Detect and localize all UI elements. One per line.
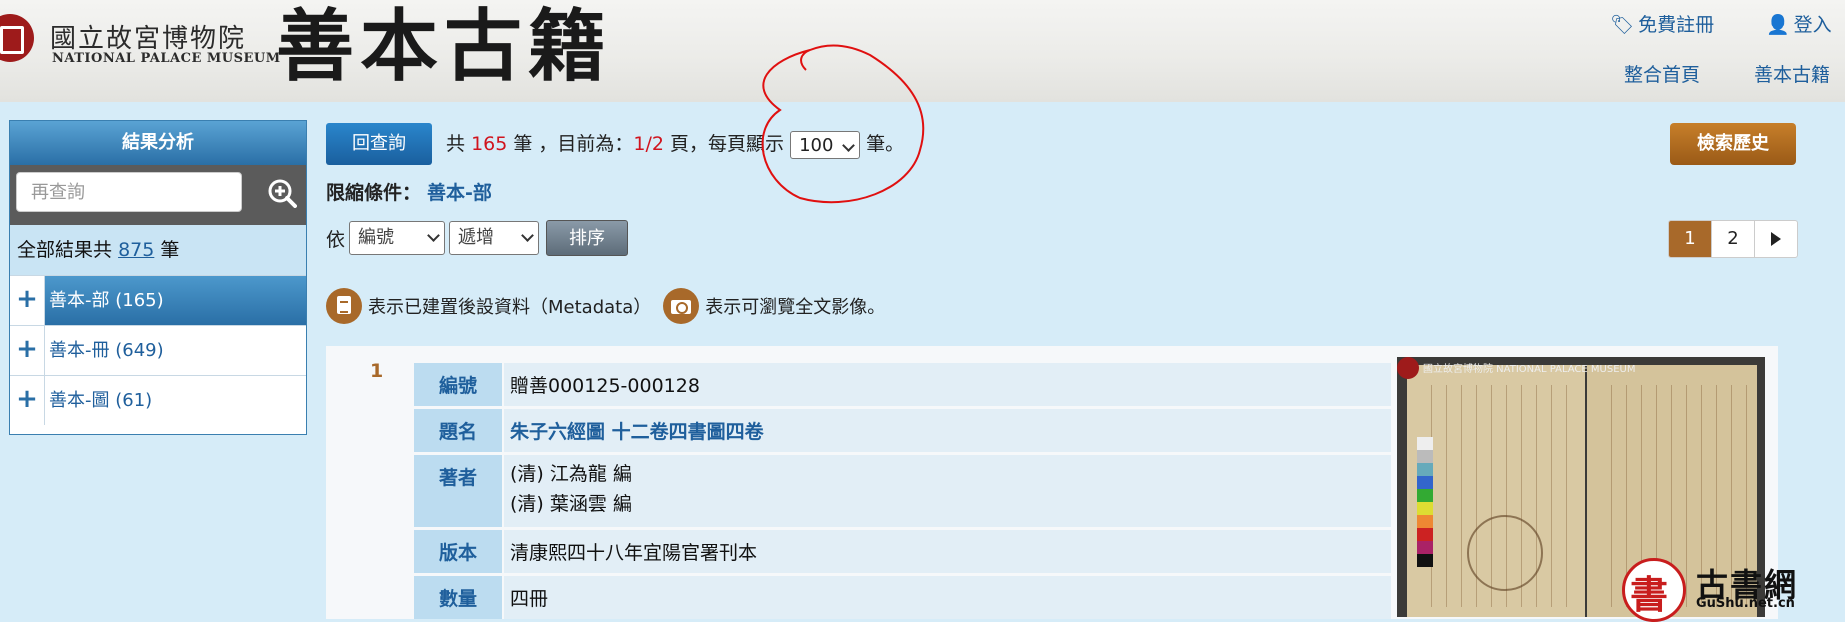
- facet-label[interactable]: 善本-冊 (649): [45, 326, 306, 375]
- field-row-id: 編號 贈善000125-000128: [414, 363, 1391, 406]
- requery-input[interactable]: [16, 172, 242, 212]
- pagination: 1 2: [1668, 220, 1798, 258]
- filter-label: 限縮條件：: [326, 182, 422, 204]
- page-2-button[interactable]: 2: [1711, 221, 1754, 257]
- chevron-down-icon: [842, 138, 855, 152]
- author-1: (清) 江為龍 編: [510, 463, 632, 485]
- total-results: 全部結果共 875 筆: [10, 225, 306, 275]
- site-header: 國立故宮博物院 NATIONAL PALACE MUSEUM 善本古籍 🏷 免費註…: [0, 0, 1845, 102]
- sort-controls: 依 編號 遞增 排序: [326, 220, 629, 256]
- per-page-suffix: 筆。: [866, 133, 905, 155]
- nav-rare-books-link[interactable]: 善本古籍: [1754, 60, 1830, 87]
- camera-icon: [663, 288, 700, 324]
- facet-item-bu[interactable]: + 善本-部 (165): [10, 275, 306, 325]
- record-fields: 編號 贈善000125-000128 題名 朱子六經圖 十二卷四書圖四卷 著者 …: [414, 360, 1391, 622]
- current-page: 1/2: [633, 133, 664, 155]
- thumbnail-diagram: [1467, 515, 1543, 591]
- sort-field-value: 編號: [358, 227, 395, 248]
- sort-button[interactable]: 排序: [546, 220, 629, 256]
- museum-name-en[interactable]: NATIONAL PALACE MUSEUM: [52, 51, 281, 66]
- register-link[interactable]: 🏷 免費註冊: [1610, 10, 1714, 37]
- museum-seal-icon: [1397, 357, 1419, 379]
- museum-logo-icon[interactable]: [0, 14, 34, 62]
- per-page-value: 100: [799, 134, 834, 156]
- gushu-watermark: 書 古書網 GuShu.net.cn: [1620, 556, 1845, 622]
- thumbnail-left-page: [1407, 365, 1585, 617]
- field-row-quantity: 數量 四冊: [414, 576, 1391, 619]
- field-row-edition: 版本 清康熙四十八年宜陽官署刊本: [414, 530, 1391, 573]
- record-index: 1: [370, 360, 384, 382]
- expand-plus-icon[interactable]: +: [10, 326, 45, 375]
- tag-icon: 🏷: [1610, 14, 1635, 36]
- metadata-document-icon: [326, 288, 362, 324]
- site-title: 善本古籍: [276, 1, 613, 92]
- field-value-author: (清) 江為龍 編 (清) 葉涵雲 編: [502, 455, 1391, 527]
- nav-home-link[interactable]: 整合首頁: [1624, 60, 1700, 87]
- field-key: 編號: [414, 363, 502, 406]
- chevron-down-icon: [521, 229, 534, 242]
- total-prefix: 全部結果共: [17, 239, 113, 261]
- register-label: 免費註冊: [1638, 14, 1715, 36]
- legend-image-text: 表示可瀏覽全文影像。: [705, 297, 886, 318]
- facet-label[interactable]: 善本-圖 (61): [45, 376, 306, 425]
- color-calibration-bar: [1417, 437, 1433, 567]
- count-prefix: 共: [446, 133, 466, 155]
- result-analysis-panel: 結果分析 全部結果共 875 筆 + 善本-部 (165) + 善本-冊 (64…: [9, 120, 307, 435]
- result-count-line: 共 165 筆 ，目前為：1/2 頁，每頁顯示 100 筆。: [446, 128, 904, 160]
- field-key: 著者: [414, 455, 502, 527]
- sort-prefix: 依: [326, 228, 346, 251]
- total-suffix: 筆: [160, 239, 180, 261]
- search-history-button[interactable]: 檢索歷史: [1670, 123, 1796, 165]
- record-title-link[interactable]: 朱子六經圖 十二卷四書圖四卷: [502, 409, 1391, 452]
- requery-bar: [10, 165, 306, 225]
- expand-plus-icon[interactable]: +: [10, 376, 45, 425]
- sort-field-select[interactable]: 編號: [349, 221, 446, 255]
- login-link[interactable]: 👤 登入: [1766, 10, 1832, 37]
- field-key: 題名: [414, 409, 502, 452]
- watermark-url: GuShu.net.cn: [1696, 596, 1795, 611]
- filter-value[interactable]: 善本-部: [427, 182, 492, 204]
- total-count-link[interactable]: 875: [118, 239, 154, 261]
- watermark-char: 書: [1630, 572, 1669, 617]
- field-row-author: 著者 (清) 江為龍 編 (清) 葉涵雲 編: [414, 455, 1391, 527]
- legend-metadata-text: 表示已建置後設資料（Metadata）: [368, 297, 652, 318]
- chevron-down-icon: [427, 229, 440, 242]
- author-2: (清) 葉涵雲 編: [510, 493, 632, 515]
- field-value-quantity: 四冊: [502, 576, 1391, 619]
- result-count: 165: [471, 133, 508, 155]
- record-card: 1 編號 贈善000125-000128 題名 朱子六經圖 十二卷四書圖四卷 著…: [326, 346, 1778, 619]
- sort-order-select[interactable]: 遞增: [449, 221, 540, 255]
- page-mid: 頁，每頁顯示: [670, 133, 785, 155]
- login-label: 登入: [1793, 14, 1832, 36]
- thumbnail-caption: 國立故宮博物院 NATIONAL PALACE MUSEUM: [1423, 364, 1636, 375]
- user-icon: 👤: [1766, 14, 1790, 36]
- icon-legend: 表示已建置後設資料（Metadata） 表示可瀏覽全文影像。: [326, 288, 885, 324]
- field-row-title: 題名 朱子六經圖 十二卷四書圖四卷: [414, 409, 1391, 452]
- page-1-button[interactable]: 1: [1669, 221, 1711, 257]
- sort-order-value: 遞增: [458, 227, 495, 248]
- per-page-select[interactable]: 100: [790, 130, 861, 159]
- facet-label[interactable]: 善本-部 (165): [45, 276, 306, 325]
- count-mid: 筆 ，目前為：: [513, 133, 634, 155]
- panel-title: 結果分析: [10, 121, 306, 165]
- facet-item-tu[interactable]: + 善本-圖 (61): [10, 375, 306, 425]
- museum-name-zh[interactable]: 國立故宮博物院: [50, 18, 246, 55]
- back-to-query-button[interactable]: 回查詢: [326, 123, 432, 165]
- facet-item-ce[interactable]: + 善本-冊 (649): [10, 325, 306, 375]
- filter-conditions: 限縮條件： 善本-部: [326, 178, 492, 205]
- zoom-search-icon[interactable]: [267, 178, 297, 208]
- next-page-arrow-icon[interactable]: [1754, 221, 1797, 257]
- field-value-id: 贈善000125-000128: [502, 363, 1391, 406]
- field-key: 版本: [414, 530, 502, 573]
- field-key: 數量: [414, 576, 502, 619]
- expand-plus-icon[interactable]: +: [10, 276, 45, 325]
- field-value-edition: 清康熙四十八年宜陽官署刊本: [502, 530, 1391, 573]
